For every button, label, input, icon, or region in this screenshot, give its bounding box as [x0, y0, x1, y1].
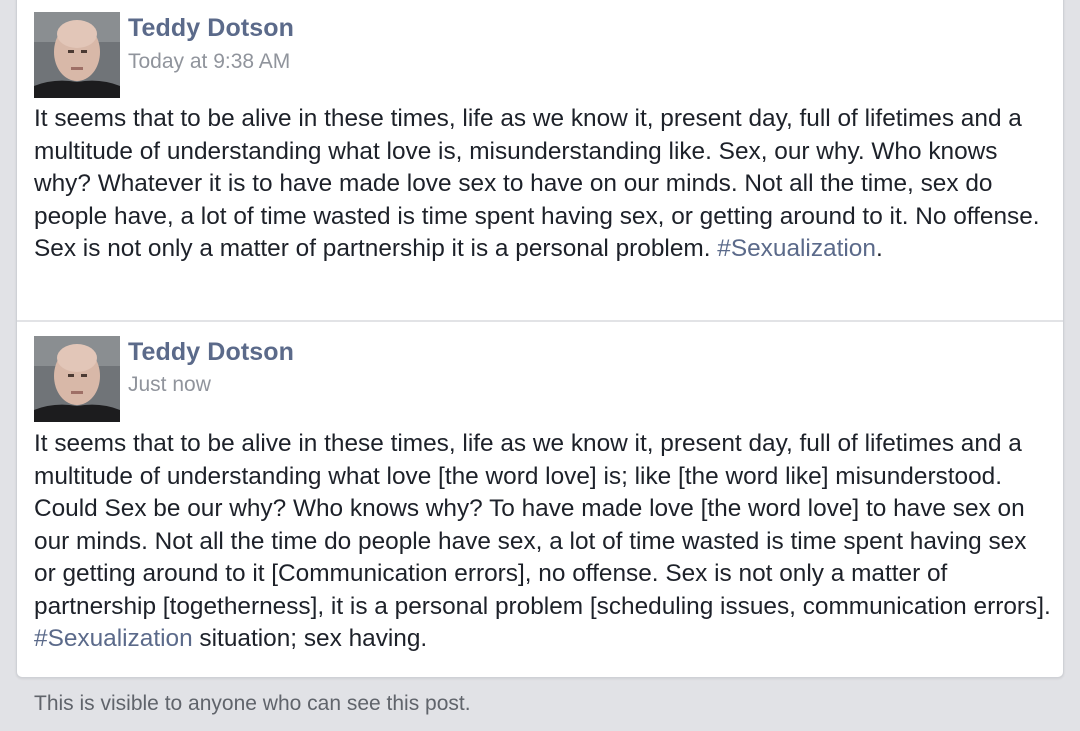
post-version-1: Teddy Dotson Today at 9:38 AM It seems t…: [17, 1, 1063, 322]
visibility-note: This is visible to anyone who can see th…: [34, 692, 471, 715]
post-text: It seems that to be alive in these times…: [34, 430, 1051, 620]
hashtag-link[interactable]: #Sexualization: [34, 625, 193, 652]
post-timestamp[interactable]: Today at 9:38 AM: [128, 50, 290, 74]
post-version-2: Teddy Dotson Just now It seems that to b…: [17, 324, 1063, 674]
post-body-text: It seems that to be alive in these times…: [34, 428, 1054, 656]
avatar[interactable]: [34, 336, 120, 422]
post-timestamp[interactable]: Just now: [128, 373, 211, 397]
post-text-end: situation; sex having.: [192, 625, 428, 652]
hashtag-link[interactable]: #Sexualization: [717, 235, 876, 262]
profile-photo-icon: [34, 336, 120, 422]
post-body-text: It seems that to be alive in these times…: [34, 103, 1054, 266]
post-edit-history-card: Teddy Dotson Today at 9:38 AM It seems t…: [16, 0, 1064, 678]
avatar[interactable]: [34, 12, 120, 98]
profile-photo-icon: [34, 12, 120, 98]
author-name-link[interactable]: Teddy Dotson: [128, 14, 294, 43]
post-text-end: .: [875, 235, 883, 262]
post-text: It seems that to be alive in these times…: [34, 105, 1040, 262]
author-name-link[interactable]: Teddy Dotson: [128, 338, 294, 367]
